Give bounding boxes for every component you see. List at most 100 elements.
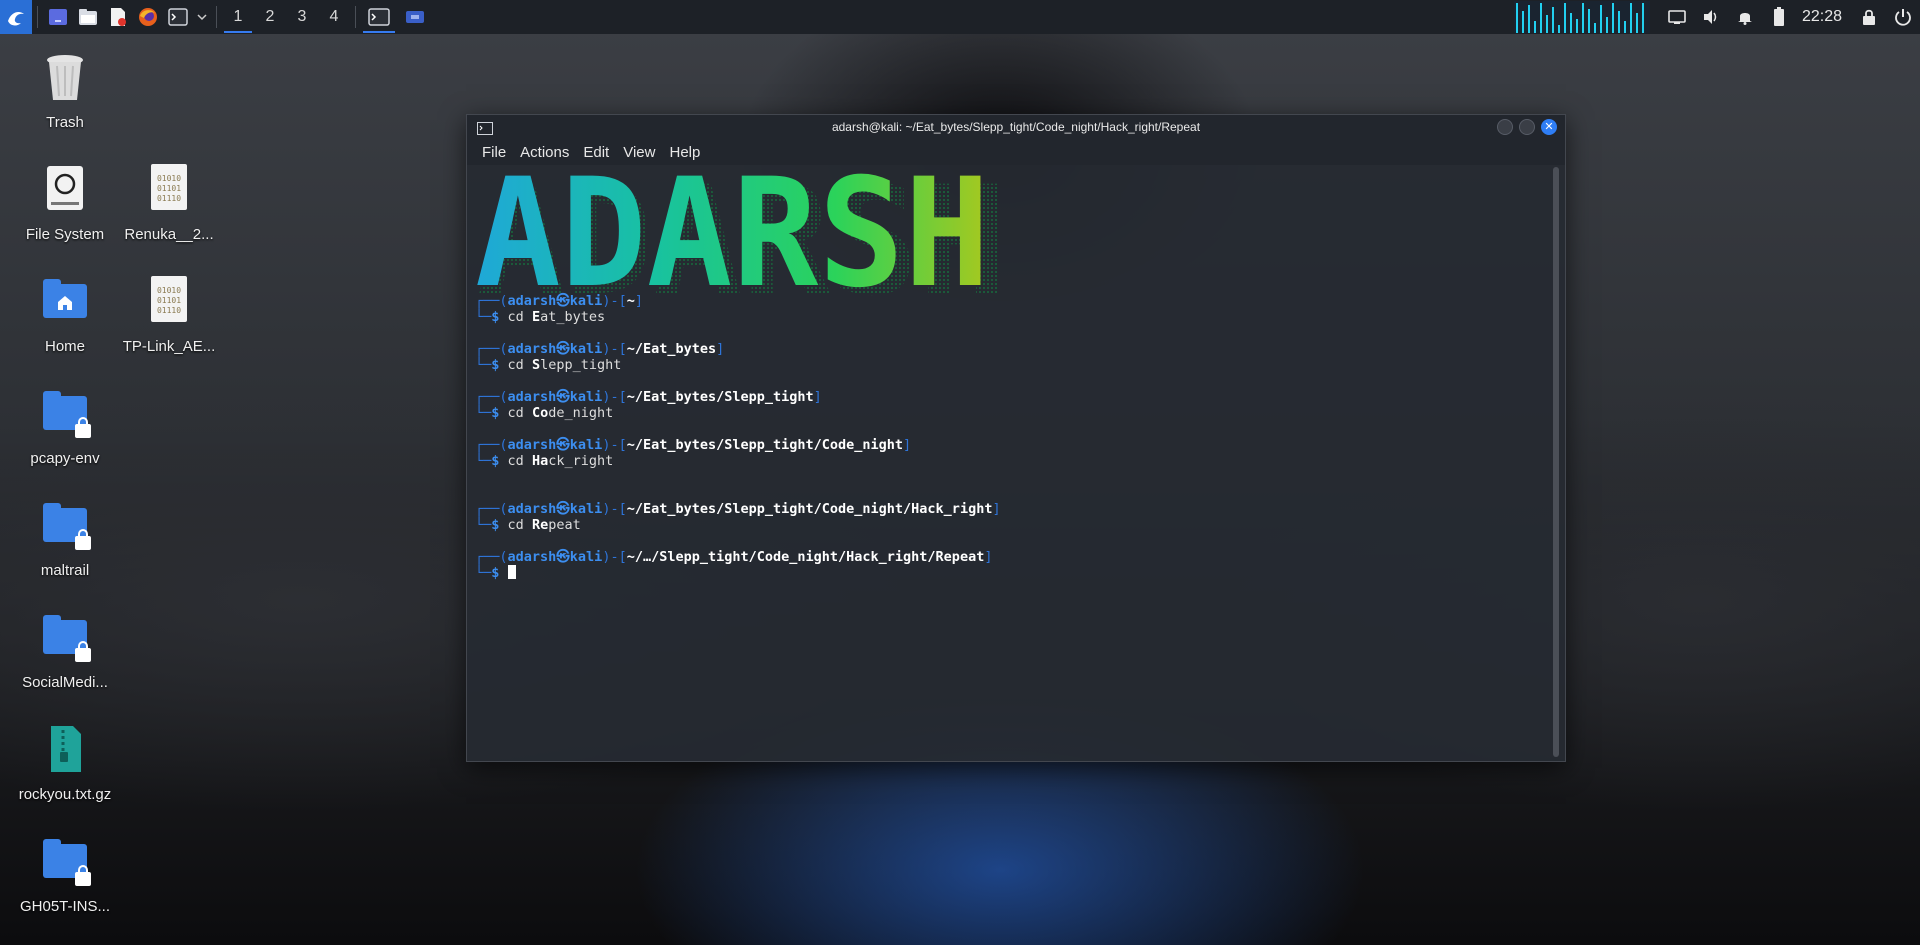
- taskbar-window[interactable]: [397, 0, 433, 34]
- command-word: cd: [507, 309, 524, 325]
- prompt-decoration: ┌──(: [475, 549, 508, 565]
- terminal-scrollbar[interactable]: [1553, 167, 1559, 757]
- menu-edit[interactable]: Edit: [576, 144, 616, 161]
- workspace-1[interactable]: 1: [222, 0, 254, 34]
- terminal-icon[interactable]: [163, 0, 193, 34]
- prompt-path: ~/Eat_bytes: [626, 341, 717, 357]
- prompt-host: kali: [569, 437, 603, 453]
- menu-actions[interactable]: Actions: [513, 144, 576, 161]
- desktop-icon-label: Renuka__2...: [124, 226, 214, 243]
- prompt-decoration: [499, 453, 507, 469]
- menu-help[interactable]: Help: [662, 144, 707, 161]
- prompt-path: ~/Eat_bytes/Slepp_tight/Code_night: [626, 437, 904, 453]
- prompt-user: adarsh: [507, 437, 557, 453]
- desktop-icon-maltrail[interactable]: maltrail: [13, 498, 117, 579]
- prompt-decoration: ]: [992, 501, 1001, 517]
- prompt-line: ┌──(adarsh㉿kali)-[~/Eat_bytes/Slepp_tigh…: [475, 437, 1549, 453]
- prompt-decoration: )-[: [602, 437, 627, 453]
- prompt-user: adarsh: [507, 341, 557, 357]
- volume-icon[interactable]: [1694, 0, 1728, 34]
- locked-folder-icon: [37, 834, 93, 890]
- display-icon[interactable]: [1660, 0, 1694, 34]
- prompt-decoration: )-[: [602, 341, 627, 357]
- desktop-icon-label: pcapy-env: [30, 450, 100, 467]
- terminal-content[interactable]: ADARSH ADARSH ┌──(adarsh㉿kali)-[~] └─$ cd…: [475, 167, 1549, 757]
- prompt-decoration: ㉿: [556, 501, 570, 517]
- command-arg-rest: ck_right: [548, 453, 614, 469]
- prompt-decoration: ㉿: [556, 341, 570, 357]
- desktop-icon-file-system[interactable]: File System: [13, 162, 117, 243]
- prompt-decoration: └─: [475, 309, 492, 325]
- terminal-window[interactable]: adarsh@kali: ~/Eat_bytes/Slepp_tight/Cod…: [466, 114, 1566, 762]
- prompt-host: kali: [569, 549, 603, 565]
- close-button[interactable]: ✕: [1541, 119, 1557, 135]
- chevron-down-icon[interactable]: [193, 0, 211, 34]
- menu-view[interactable]: View: [616, 144, 662, 161]
- trash-icon: [37, 50, 93, 106]
- desktop-icon-tplink[interactable]: 01010 01101 01110 TP-Link_AE...: [117, 274, 221, 355]
- desktop-icon-gh05t[interactable]: GH05T-INS...: [13, 834, 117, 915]
- file-manager-icon[interactable]: [73, 0, 103, 34]
- command-arg-typed: Co: [531, 405, 549, 421]
- lock-screen-icon[interactable]: [1852, 0, 1886, 34]
- terminal-window-icon[interactable]: [477, 120, 493, 139]
- prompt-decoration: ]: [903, 437, 912, 453]
- desktop-icon-label: Trash: [46, 114, 84, 131]
- prompt-decoration: ㉿: [556, 437, 570, 453]
- prompt-decoration: [499, 357, 507, 373]
- prompt-decoration: ]: [813, 389, 822, 405]
- desktop-icon-trash[interactable]: Trash: [13, 50, 117, 131]
- prompt-user: adarsh: [507, 389, 557, 405]
- prompt-path: ~/Eat_bytes/Slepp_tight: [626, 389, 814, 405]
- prompt-decoration: ㉿: [556, 549, 570, 565]
- text-editor-icon[interactable]: [103, 0, 133, 34]
- terminal-cursor: [507, 565, 516, 579]
- firefox-icon[interactable]: [133, 0, 163, 34]
- prompt-host: kali: [569, 341, 603, 357]
- desktop-icon-label: TP-Link_AE...: [122, 338, 216, 355]
- home-folder-icon: [37, 274, 93, 330]
- workspace-3[interactable]: 3: [286, 0, 318, 34]
- maximize-button[interactable]: [1519, 119, 1535, 135]
- prompt-line: ┌──(adarsh㉿kali)-[~/Eat_bytes/Slepp_tigh…: [475, 389, 1549, 405]
- command-word: cd: [507, 453, 524, 469]
- locked-folder-icon: [37, 386, 93, 442]
- command-arg-rest: de_night: [548, 405, 614, 421]
- top-panel: 1 2 3 4 22:28: [0, 0, 1920, 34]
- kali-menu-icon[interactable]: [0, 0, 32, 34]
- desktop-icon-home[interactable]: Home: [13, 274, 117, 355]
- command-arg-rest: lepp_tight: [540, 357, 622, 373]
- minimize-button[interactable]: [1497, 119, 1513, 135]
- battery-icon[interactable]: [1762, 0, 1796, 34]
- prompt-decoration: [499, 517, 507, 533]
- prompt-decoration: )-[: [602, 549, 627, 565]
- desktop-icon-pcapy-env[interactable]: pcapy-env: [13, 386, 117, 467]
- prompt-line: ┌──(adarsh㉿kali)-[~/…/Slepp_tight/Code_n…: [475, 549, 1549, 565]
- prompt-line: ┌──(adarsh㉿kali)-[~/Eat_bytes]: [475, 341, 1549, 357]
- logout-icon[interactable]: [1886, 0, 1920, 34]
- show-desktop-icon[interactable]: [43, 0, 73, 34]
- binary-file-icon: 01010 01101 01110: [141, 274, 197, 330]
- desktop-icon-socialmedia[interactable]: SocialMedi...: [13, 610, 117, 691]
- desktop-icon-label: File System: [25, 226, 105, 243]
- prompt-decoration: [499, 405, 507, 421]
- prompt-decoration: [524, 309, 532, 325]
- notification-bell-icon[interactable]: [1728, 0, 1762, 34]
- taskbar-terminal-window[interactable]: [361, 0, 397, 34]
- prompt-decoration: )-[: [602, 389, 627, 405]
- desktop-icon-renuka[interactable]: 01010 01101 01110 Renuka__2...: [117, 162, 221, 243]
- terminal-titlebar[interactable]: adarsh@kali: ~/Eat_bytes/Slepp_tight/Cod…: [467, 115, 1565, 139]
- cpu-graph: [1513, 1, 1650, 33]
- clock[interactable]: 22:28: [1796, 8, 1852, 26]
- menu-file[interactable]: File: [475, 144, 513, 161]
- prompt-decoration: └─: [475, 405, 492, 421]
- desktop-icon-rockyou[interactable]: rockyou.txt.gz: [13, 722, 117, 803]
- terminal-menubar: File Actions Edit View Help: [467, 139, 1565, 165]
- command-arg-typed: Ha: [531, 453, 549, 469]
- workspace-2[interactable]: 2: [254, 0, 286, 34]
- desktop-icon-label: Home: [44, 338, 85, 355]
- workspace-4[interactable]: 4: [318, 0, 350, 34]
